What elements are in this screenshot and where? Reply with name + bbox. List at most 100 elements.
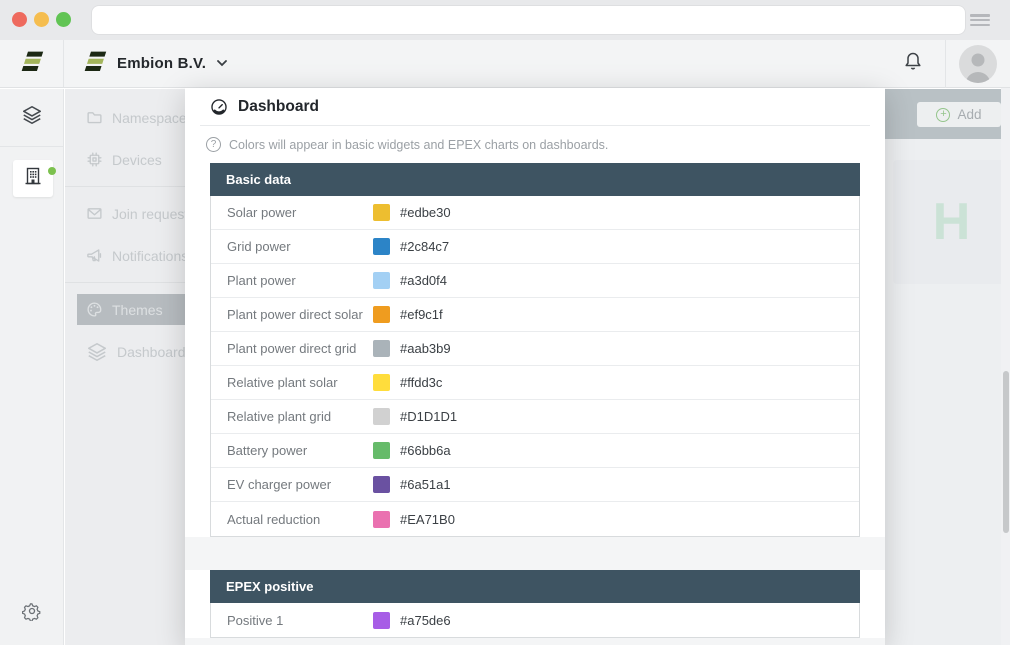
color-row-relative-plant-solar[interactable]: Relative plant solar#ffdd3c <box>211 366 859 400</box>
color-table-basic-data: Basic data Solar power#edbe30 Grid power #2… <box>210 163 860 537</box>
color-hex-value: #66bb6a <box>400 443 451 458</box>
table-section-title: EPEX positive <box>226 579 313 594</box>
color-swatch[interactable] <box>373 272 390 289</box>
mail-icon <box>86 205 103 222</box>
chip-icon <box>86 151 103 168</box>
help-icon: ? <box>206 137 221 152</box>
color-hex-value: #6a51a1 <box>400 477 451 492</box>
color-hex-value: #aab3b9 <box>400 341 451 356</box>
dashboard-gauge-icon <box>210 98 228 116</box>
folder-icon <box>86 109 103 126</box>
rail-organization-button[interactable] <box>13 160 53 197</box>
online-status-dot <box>48 167 56 175</box>
browser-chrome <box>0 0 1010 40</box>
person-icon <box>959 70 997 83</box>
color-hex-value: #D1D1D1 <box>400 409 457 424</box>
color-row-label: Plant power direct grid <box>227 341 373 356</box>
scrollbar-track[interactable] <box>1001 88 1010 645</box>
color-swatch[interactable] <box>373 476 390 493</box>
table-section-header: Basic data <box>210 163 860 196</box>
scrollbar-thumb[interactable] <box>1003 371 1009 533</box>
embion-logo-icon <box>19 50 45 78</box>
color-row-label: Positive 1 <box>227 613 373 628</box>
table-section-title: Basic data <box>226 172 291 187</box>
settings-gear-button[interactable] <box>0 601 64 627</box>
color-row-actual-reduction[interactable]: Actual reduction#EA71B0 <box>211 502 859 536</box>
color-row-label: Plant power direct solar <box>227 307 373 322</box>
color-row-battery-power[interactable]: Battery power #66bb6a <box>211 434 859 468</box>
sidebar-item-join-requests[interactable]: Join requests <box>65 198 185 229</box>
color-row-label: Grid power <box>227 239 373 254</box>
color-hex-value: #a3d0f4 <box>400 273 447 288</box>
color-row-label: Plant power <box>227 273 373 288</box>
modal-footer-strip <box>185 638 885 645</box>
layers-icon <box>86 341 108 363</box>
color-row-grid-power[interactable]: Grid power #2c84c7 <box>211 230 859 264</box>
color-swatch[interactable] <box>373 408 390 425</box>
color-swatch[interactable] <box>373 306 390 323</box>
address-bar[interactable] <box>92 6 965 34</box>
modal-title: Dashboard <box>238 98 319 116</box>
rail-namespaces-button[interactable] <box>0 89 64 147</box>
color-row-label: Relative plant grid <box>227 409 373 424</box>
color-row-label: Relative plant solar <box>227 375 373 390</box>
color-row-plant-power[interactable]: Plant power #a3d0f4 <box>211 264 859 298</box>
sidebar-item-label: Devices <box>112 152 162 168</box>
organization-switcher[interactable]: Embion B.V. <box>64 50 227 78</box>
sidebar-item-notifications[interactable]: Notifications <box>65 240 185 271</box>
color-hex-value: #ef9c1f <box>400 307 443 322</box>
plus-circle-icon: + <box>936 108 950 122</box>
app-header: Embion B.V. <box>0 40 1010 88</box>
color-row-label: Solar power <box>227 205 373 220</box>
color-swatch[interactable] <box>373 374 390 391</box>
palette-icon <box>86 301 103 318</box>
color-row-relative-plant-grid[interactable]: Relative plant grid #D1D1D1 <box>211 400 859 434</box>
color-row-solar-power[interactable]: Solar power#edbe30 <box>211 196 859 230</box>
color-row-plant-power-direct-grid[interactable]: Plant power direct grid #aab3b9 <box>211 332 859 366</box>
sidebar-item-themes[interactable]: Themes <box>77 294 185 325</box>
color-table-epex-positive: EPEX positive Positive 1 #a75de6 <box>210 570 860 638</box>
gear-icon <box>22 601 42 627</box>
sidebar-item-dashboard-templates[interactable]: Dashboard templates <box>65 336 185 367</box>
window-controls <box>12 12 71 27</box>
dashboard-theme-modal: Dashboard ? Colors will appear in basic … <box>185 88 885 645</box>
bell-icon <box>903 51 923 76</box>
sidebar-item-namespaces[interactable]: Namespaces <box>65 102 185 133</box>
megaphone-icon <box>86 247 103 264</box>
color-hex-value: #2c84c7 <box>400 239 449 254</box>
app-logo[interactable] <box>0 40 64 87</box>
add-button[interactable]: + Add <box>917 102 1001 127</box>
color-row-label: Actual reduction <box>227 512 373 527</box>
notifications-bell-button[interactable] <box>881 51 945 76</box>
color-swatch[interactable] <box>373 511 390 528</box>
color-swatch[interactable] <box>373 204 390 221</box>
sidebar-item-label: Themes <box>112 302 163 318</box>
sidebar-item-label: Namespaces <box>112 110 185 126</box>
color-swatch[interactable] <box>373 238 390 255</box>
color-row-positive-1[interactable]: Positive 1 #a75de6 <box>211 603 859 637</box>
chevron-down-icon <box>217 60 227 67</box>
color-swatch[interactable] <box>373 442 390 459</box>
background-content: + Add H <box>885 89 1010 645</box>
sidebar-item-label: Join requests <box>112 206 185 222</box>
sidebar-item-label: Dashboard templates <box>117 344 185 360</box>
secondary-sidebar: Namespaces Devices Join requests Notificati… <box>65 89 185 645</box>
color-swatch[interactable] <box>373 340 390 357</box>
color-row-label: Battery power <box>227 443 373 458</box>
user-avatar[interactable] <box>959 45 997 83</box>
layers-icon <box>21 104 43 131</box>
color-hex-value: #a75de6 <box>400 613 451 628</box>
sidebar-item-devices[interactable]: Devices <box>65 144 185 175</box>
organization-name: Embion B.V. <box>117 55 206 72</box>
minimize-window-button[interactable] <box>34 12 49 27</box>
color-row-label: EV charger power <box>227 477 373 492</box>
embion-logo-icon <box>82 50 108 78</box>
maximize-window-button[interactable] <box>56 12 71 27</box>
color-swatch[interactable] <box>373 612 390 629</box>
sidebar-divider <box>65 282 185 283</box>
browser-menu-icon[interactable] <box>970 14 990 26</box>
color-row-plant-power-direct-solar[interactable]: Plant power direct solar #ef9c1f <box>211 298 859 332</box>
close-window-button[interactable] <box>12 12 27 27</box>
color-row-ev-charger-power[interactable]: EV charger power #6a51a1 <box>211 468 859 502</box>
building-icon <box>23 166 43 191</box>
